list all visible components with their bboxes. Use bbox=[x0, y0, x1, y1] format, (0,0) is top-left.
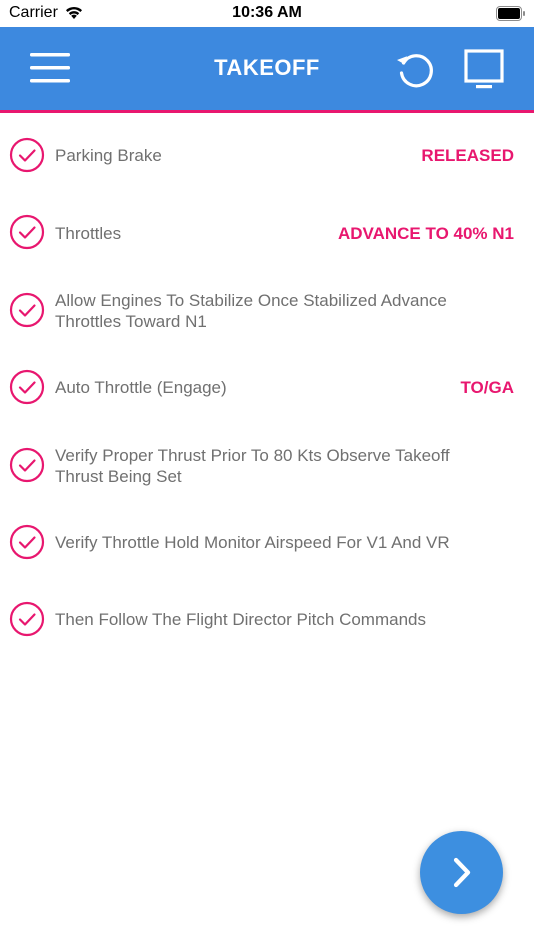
item-label: Allow Engines To Stabilize Once Stabiliz… bbox=[55, 291, 447, 331]
nav-underline bbox=[0, 110, 534, 113]
checklist-item[interactable]: Then Follow The Flight Director Pitch Co… bbox=[0, 601, 534, 641]
battery-icon bbox=[496, 6, 526, 26]
display-button[interactable] bbox=[461, 47, 509, 91]
item-value: RELEASED bbox=[421, 146, 514, 165]
chevron-right-icon bbox=[447, 856, 477, 894]
item-label: Auto Throttle (Engage) bbox=[55, 378, 227, 397]
item-label: Verify Proper Thrust Prior To 80 Kts Obs… bbox=[55, 446, 450, 486]
next-button[interactable] bbox=[420, 831, 503, 914]
checklist-item[interactable]: Verify Proper Thrust Prior To 80 Kts Obs… bbox=[0, 445, 534, 489]
page-title: TAKEOFF bbox=[214, 55, 320, 80]
item-value: TO/GA bbox=[460, 378, 514, 397]
reset-button[interactable] bbox=[392, 48, 438, 90]
checklist-item[interactable]: Allow Engines To Stabilize Once Stabiliz… bbox=[0, 290, 534, 334]
check-circle-icon bbox=[9, 601, 45, 637]
check-circle-icon bbox=[9, 524, 45, 560]
check-circle-icon bbox=[9, 447, 45, 483]
check-circle-icon bbox=[9, 369, 45, 405]
checklist-item[interactable]: Throttles ADVANCE TO 40% N1 bbox=[0, 214, 534, 254]
item-value: ADVANCE TO 40% N1 bbox=[337, 224, 514, 243]
checklist-item[interactable]: Verify Throttle Hold Monitor Airspeed Fo… bbox=[0, 524, 534, 564]
display-icon bbox=[464, 49, 504, 89]
item-label: Then Follow The Flight Director Pitch Co… bbox=[55, 610, 426, 629]
checklist-item[interactable]: Auto Throttle (Engage) TO/GA bbox=[0, 369, 534, 409]
check-circle-icon bbox=[9, 214, 45, 250]
item-label: Verify Throttle Hold Monitor Airspeed Fo… bbox=[55, 533, 450, 552]
nav-bar: TAKEOFF bbox=[0, 27, 534, 110]
checklist-item[interactable]: Parking Brake RELEASED bbox=[0, 137, 534, 177]
status-bar: Carrier 10:36 AM bbox=[0, 0, 534, 27]
check-circle-icon bbox=[9, 292, 45, 328]
status-time: 10:36 AM bbox=[232, 4, 302, 21]
item-label: Parking Brake bbox=[55, 146, 162, 165]
item-label: Throttles bbox=[55, 224, 122, 243]
reset-icon bbox=[397, 54, 433, 88]
check-circle-icon bbox=[9, 137, 45, 173]
